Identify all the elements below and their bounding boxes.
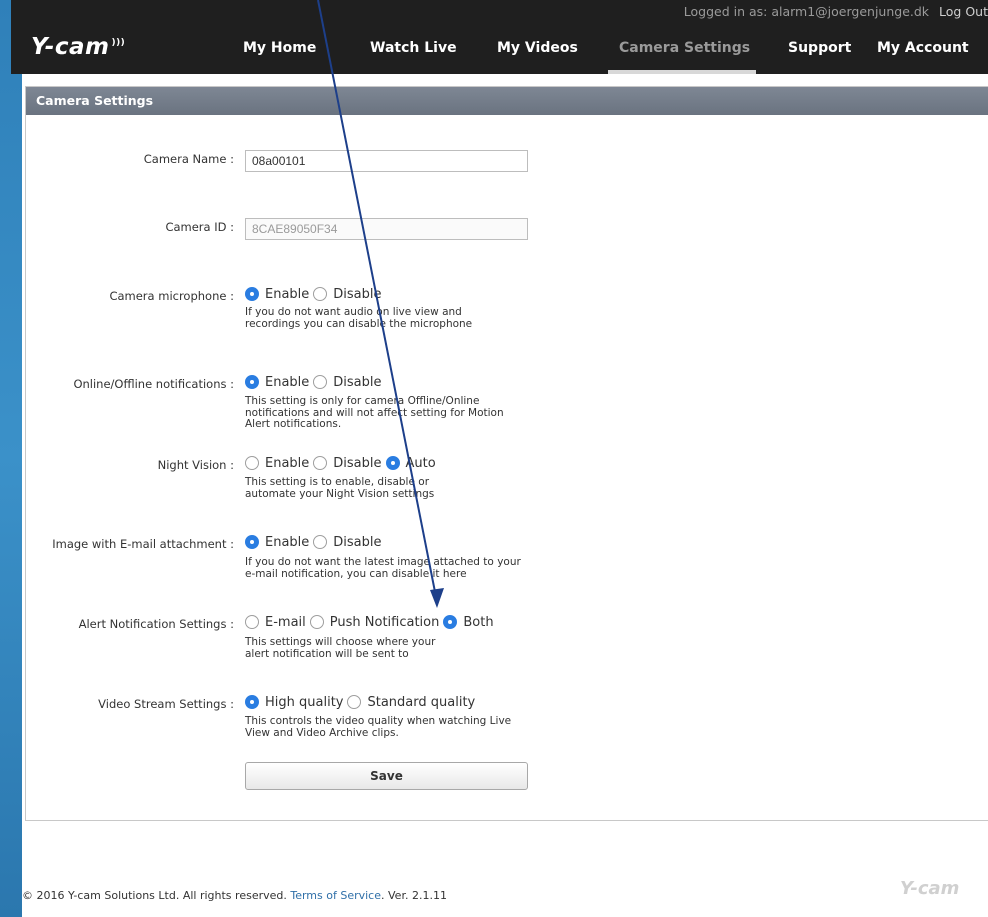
panel-header: Camera Settings <box>26 87 988 115</box>
alert-push-option[interactable]: Push Notification <box>309 614 444 630</box>
terms-of-service-link[interactable]: Terms of Service <box>290 889 381 902</box>
footer: © 2016 Y-cam Solutions Ltd. All rights r… <box>22 889 447 902</box>
login-status: Logged in as: alarm1@joergenjunge.dk Log… <box>684 4 988 19</box>
alert-notification-help-text: This settings will choose where your ale… <box>245 636 436 660</box>
video-stream-radio-group: High quality Standard quality <box>245 694 479 713</box>
microphone-label: Camera microphone : <box>109 289 234 303</box>
panel-title: Camera Settings <box>36 93 154 108</box>
radio-unselected-icon[interactable] <box>245 614 259 629</box>
microphone-help-text: If you do not want audio on live view an… <box>245 306 473 330</box>
video-standard-quality-option[interactable]: Standard quality <box>347 694 479 710</box>
copyright-text: © 2016 Y-cam Solutions Ltd. All rights r… <box>22 889 287 902</box>
online-notifications-label: Online/Offline notifications : <box>73 377 234 391</box>
nav-camera-settings[interactable]: Camera Settings <box>619 36 750 74</box>
camera-name-input[interactable]: 08a00101 <box>245 150 528 172</box>
video-stream-help-text: This controls the video quality when wat… <box>245 715 512 739</box>
microphone-enable-option[interactable]: Enable <box>245 286 313 302</box>
microphone-disable-option[interactable]: Disable <box>313 286 385 302</box>
radio-unselected-icon[interactable] <box>309 614 324 629</box>
microphone-radio-group: Enable Disable <box>245 286 386 305</box>
active-tab-indicator <box>608 70 756 74</box>
image-email-enable-option[interactable]: Enable <box>245 534 313 550</box>
radio-unselected-icon[interactable] <box>245 455 259 470</box>
alert-both-option[interactable]: Both <box>443 614 497 630</box>
radio-selected-icon[interactable] <box>245 694 259 709</box>
video-high-quality-option[interactable]: High quality <box>245 694 347 710</box>
logged-in-text: Logged in as: alarm1@joergenjunge.dk <box>683 4 930 19</box>
camera-id-label: Camera ID : <box>165 220 234 234</box>
night-vision-disable-option[interactable]: Disable <box>313 455 385 471</box>
image-email-disable-option[interactable]: Disable <box>313 534 385 550</box>
radio-selected-icon[interactable] <box>385 455 400 470</box>
nav-support[interactable]: Support <box>788 36 851 74</box>
video-stream-label: Video Stream Settings : <box>98 697 234 711</box>
nav-watch-live[interactable]: Watch Live <box>370 36 457 74</box>
night-vision-enable-option[interactable]: Enable <box>245 455 313 471</box>
nav-my-account[interactable]: My Account <box>877 36 969 74</box>
radio-unselected-icon[interactable] <box>313 286 328 301</box>
camera-name-label: Camera Name : <box>143 152 234 166</box>
alert-notification-label: Alert Notification Settings : <box>78 617 234 631</box>
radio-selected-icon[interactable] <box>245 534 259 549</box>
alert-email-option[interactable]: E-mail <box>245 614 310 630</box>
camera-id-field: 8CAE89050F34 <box>245 218 528 240</box>
nav-my-home[interactable]: My Home <box>243 36 316 74</box>
main-nav: My Home Watch Live My Videos Camera Sett… <box>11 36 988 74</box>
logout-link[interactable]: Log Out <box>939 4 988 19</box>
night-vision-radio-group: Enable Disable Auto <box>245 455 440 474</box>
radio-unselected-icon[interactable] <box>313 534 328 549</box>
night-vision-help-text: This setting is to enable, disable or au… <box>245 476 435 500</box>
radio-unselected-icon[interactable] <box>347 694 362 709</box>
radio-selected-icon[interactable] <box>245 374 259 389</box>
radio-selected-icon[interactable] <box>245 286 259 301</box>
online-notifications-radio-group: Enable Disable <box>245 374 386 393</box>
radio-unselected-icon[interactable] <box>313 374 328 389</box>
online-notifications-help-text: This setting is only for camera Offline/… <box>245 395 504 430</box>
top-navigation-bar: Logged in as: alarm1@joergenjunge.dk Log… <box>11 0 988 74</box>
online-notifications-enable-option[interactable]: Enable <box>245 374 313 390</box>
image-email-help-text: If you do not want the latest image atta… <box>245 556 521 580</box>
night-vision-label: Night Vision : <box>157 458 234 472</box>
alert-notification-radio-group: E-mail Push Notification Both <box>245 614 498 633</box>
radio-unselected-icon[interactable] <box>313 455 328 470</box>
online-notifications-disable-option[interactable]: Disable <box>313 374 385 390</box>
footer-ycam-logo: Y-cam <box>900 878 960 899</box>
radio-selected-icon[interactable] <box>443 614 458 629</box>
image-email-radio-group: Enable Disable <box>245 534 386 553</box>
version-text: . Ver. 2.1.11 <box>381 889 447 902</box>
night-vision-auto-option[interactable]: Auto <box>385 455 440 471</box>
save-button[interactable]: Save <box>245 762 528 790</box>
nav-my-videos[interactable]: My Videos <box>497 36 578 74</box>
image-email-label: Image with E-mail attachment : <box>52 537 234 551</box>
